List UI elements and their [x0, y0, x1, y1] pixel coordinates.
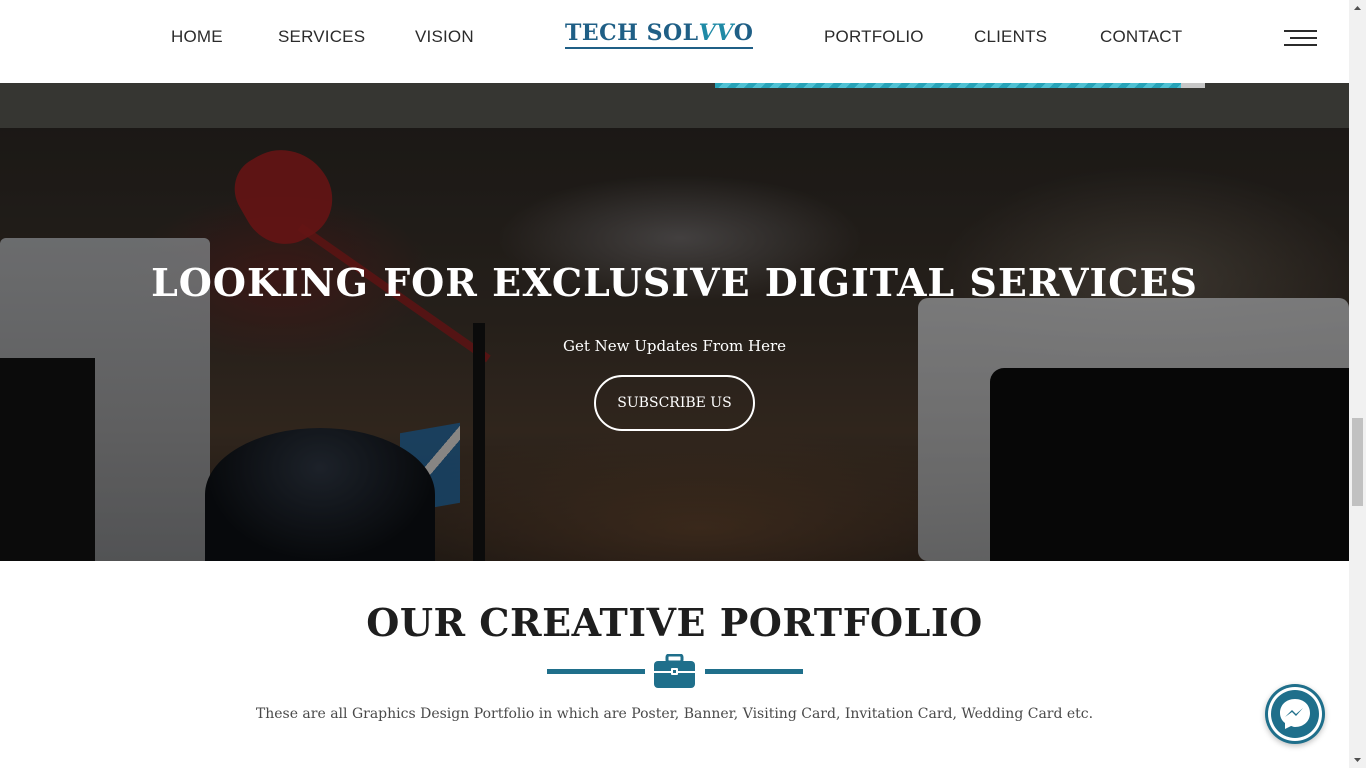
subscribe-button[interactable]: SUBSCRIBE US	[594, 375, 755, 431]
title-divider-left	[547, 669, 645, 674]
scroll-down-arrow-icon[interactable]	[1349, 751, 1366, 768]
page: HOME SERVICES VISION TECH SOLVVO PORTFOL…	[0, 0, 1349, 768]
scroll-up-arrow-icon[interactable]	[1349, 0, 1366, 17]
portfolio-description: These are all Graphics Design Portfolio …	[255, 706, 1094, 722]
hero-title: LOOKING FOR EXCLUSIVE DIGITAL SERVICES	[151, 260, 1198, 305]
messenger-chat-button[interactable]	[1265, 684, 1325, 744]
nav-vision[interactable]: VISION	[415, 27, 474, 47]
progress-bar	[715, 83, 1205, 88]
site-logo[interactable]: TECH SOLVVO	[565, 20, 754, 49]
title-divider-right	[705, 669, 803, 674]
scrollbar-thumb[interactable]	[1352, 418, 1363, 506]
logo-text-end: O	[733, 20, 754, 46]
portfolio-title: OUR CREATIVE PORTFOLIO	[366, 600, 983, 645]
navbar: HOME SERVICES VISION TECH SOLVVO PORTFOL…	[0, 0, 1349, 83]
nav-portfolio[interactable]: PORTFOLIO	[824, 27, 924, 47]
progress-bar-fill	[715, 83, 1181, 88]
hamburger-menu-icon[interactable]	[1284, 30, 1317, 48]
nav-services[interactable]: SERVICES	[278, 27, 365, 47]
section-divider-strip	[0, 83, 1349, 128]
page-scrollbar[interactable]	[1349, 0, 1366, 768]
logo-text-vv: VV	[698, 20, 734, 46]
nav-home[interactable]: HOME	[171, 27, 223, 47]
messenger-icon	[1268, 687, 1322, 741]
hero-subtitle: Get New Updates From Here	[562, 337, 787, 355]
briefcase-icon	[654, 654, 695, 688]
logo-text: TECH SOL	[565, 20, 699, 46]
nav-clients[interactable]: CLIENTS	[974, 27, 1047, 47]
nav-contact[interactable]: CONTACT	[1100, 27, 1182, 47]
